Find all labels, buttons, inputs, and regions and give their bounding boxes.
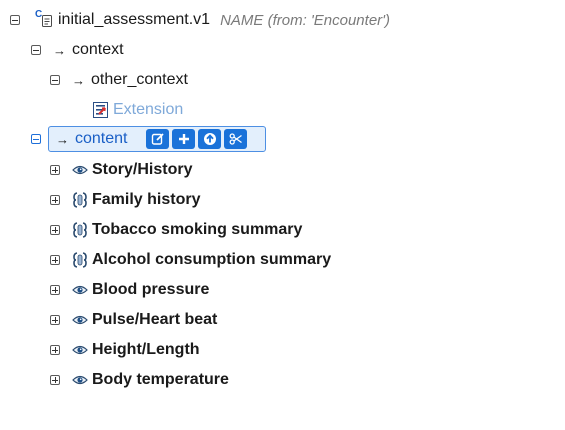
cluster-icon [72,252,88,268]
node-label-extension[interactable]: Extension [113,101,183,119]
add-button[interactable] [172,129,196,149]
node-label[interactable]: Alcohol consumption summary [92,251,331,269]
node-label[interactable]: Height/Length [92,341,200,359]
expand-toggle[interactable] [50,255,60,265]
tree-row-other-context: → other_context [50,69,188,91]
expand-toggle[interactable] [50,195,60,205]
tree-row-item: Blood pressure [50,279,209,301]
expand-toggle[interactable] [50,315,60,325]
arrow-icon: → [53,42,66,58]
tree-row-item: Tobacco smoking summary [50,219,302,241]
node-label[interactable]: Blood pressure [92,281,209,299]
node-label-content[interactable]: content [75,130,127,148]
tree-row-item: Family history [50,189,200,211]
node-label-other-context[interactable]: other_context [91,71,188,89]
expand-toggle[interactable] [50,285,60,295]
node-label[interactable]: Family history [92,191,200,209]
composition-icon: C [35,9,53,29]
arrow-up-circle-icon [203,133,216,145]
move-up-button[interactable] [198,129,222,149]
node-label[interactable]: Tobacco smoking summary [92,221,302,239]
tree-row-item: Alcohol consumption summary [50,249,331,271]
eye-icon [72,164,88,176]
node-label-context[interactable]: context [72,41,124,59]
collapse-toggle[interactable] [10,15,20,25]
cluster-icon [72,192,88,208]
collapse-toggle[interactable] [31,45,41,55]
tree-row-context: → context [31,39,124,61]
node-label[interactable]: Pulse/Heart beat [92,311,217,329]
eye-icon [72,314,88,326]
eye-icon [72,374,88,386]
cluster-icon [72,222,88,238]
tree-row-content: → content [31,128,248,150]
node-label[interactable]: Story/History [92,161,192,179]
tree-row-item: Pulse/Heart beat [50,309,217,331]
expand-toggle[interactable] [50,375,60,385]
eye-icon [72,284,88,296]
tree-root-row: C initial_assessment.v1 NAME (from: 'Enc… [10,9,390,31]
arrow-icon: → [56,131,69,147]
edit-icon [151,133,164,145]
extension-icon [93,102,108,118]
node-label[interactable]: Body temperature [92,371,229,389]
plus-icon [178,134,189,144]
eye-icon [72,344,88,356]
cut-button[interactable] [224,129,248,149]
expand-toggle[interactable] [50,165,60,175]
tree-row-item: Body temperature [50,369,229,391]
root-meta: NAME (from: 'Encounter') [220,11,391,29]
tree-row-item: Height/Length [50,339,200,361]
expand-toggle[interactable] [50,345,60,355]
scissors-icon [229,133,242,145]
collapse-toggle[interactable] [31,134,41,144]
arrow-icon: → [72,72,85,88]
expand-toggle[interactable] [50,225,60,235]
edit-button[interactable] [146,129,170,149]
collapse-toggle[interactable] [50,75,60,85]
tree-row-item: Story/History [50,159,192,181]
tree-row-extension: Extension [93,99,183,121]
root-name[interactable]: initial_assessment.v1 [58,11,210,29]
